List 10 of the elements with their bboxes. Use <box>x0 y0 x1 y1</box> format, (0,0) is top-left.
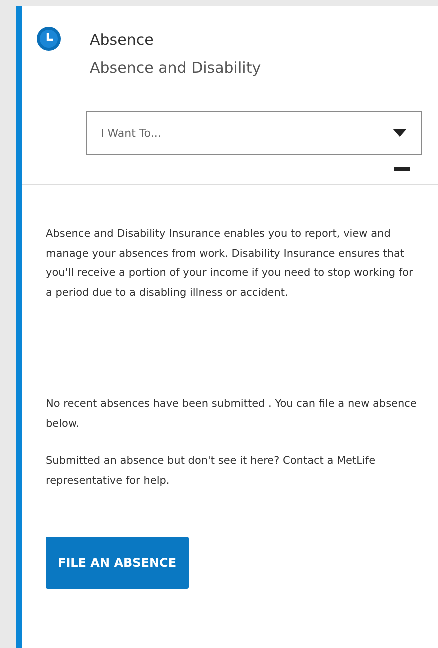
caret-icon <box>393 129 407 137</box>
info-text: Submitted an absence but don't see it here? Contact a MetLife representative for help. <box>46 454 377 488</box>
file-absence-button[interactable]: FILE AN ABSENCE <box>46 537 189 589</box>
card-title: Absence <box>90 31 155 49</box>
info-text: No recent absences have been submitted . You can file a new absence below. <box>46 397 418 432</box>
clock-icon <box>36 26 62 52</box>
card-subtitle: Absence and Disability <box>90 59 262 77</box>
collapse-icon[interactable] <box>394 167 410 171</box>
info-text: Absence and Disability Insurance enables you to report, view and manage your absences from work. Disability Insurance ensures that you'll receive a portion of your income if you need to stop working for a period due to a disabling illness or accident. <box>46 227 414 300</box>
action-dropdown[interactable]: I Want To... <box>86 111 422 155</box>
